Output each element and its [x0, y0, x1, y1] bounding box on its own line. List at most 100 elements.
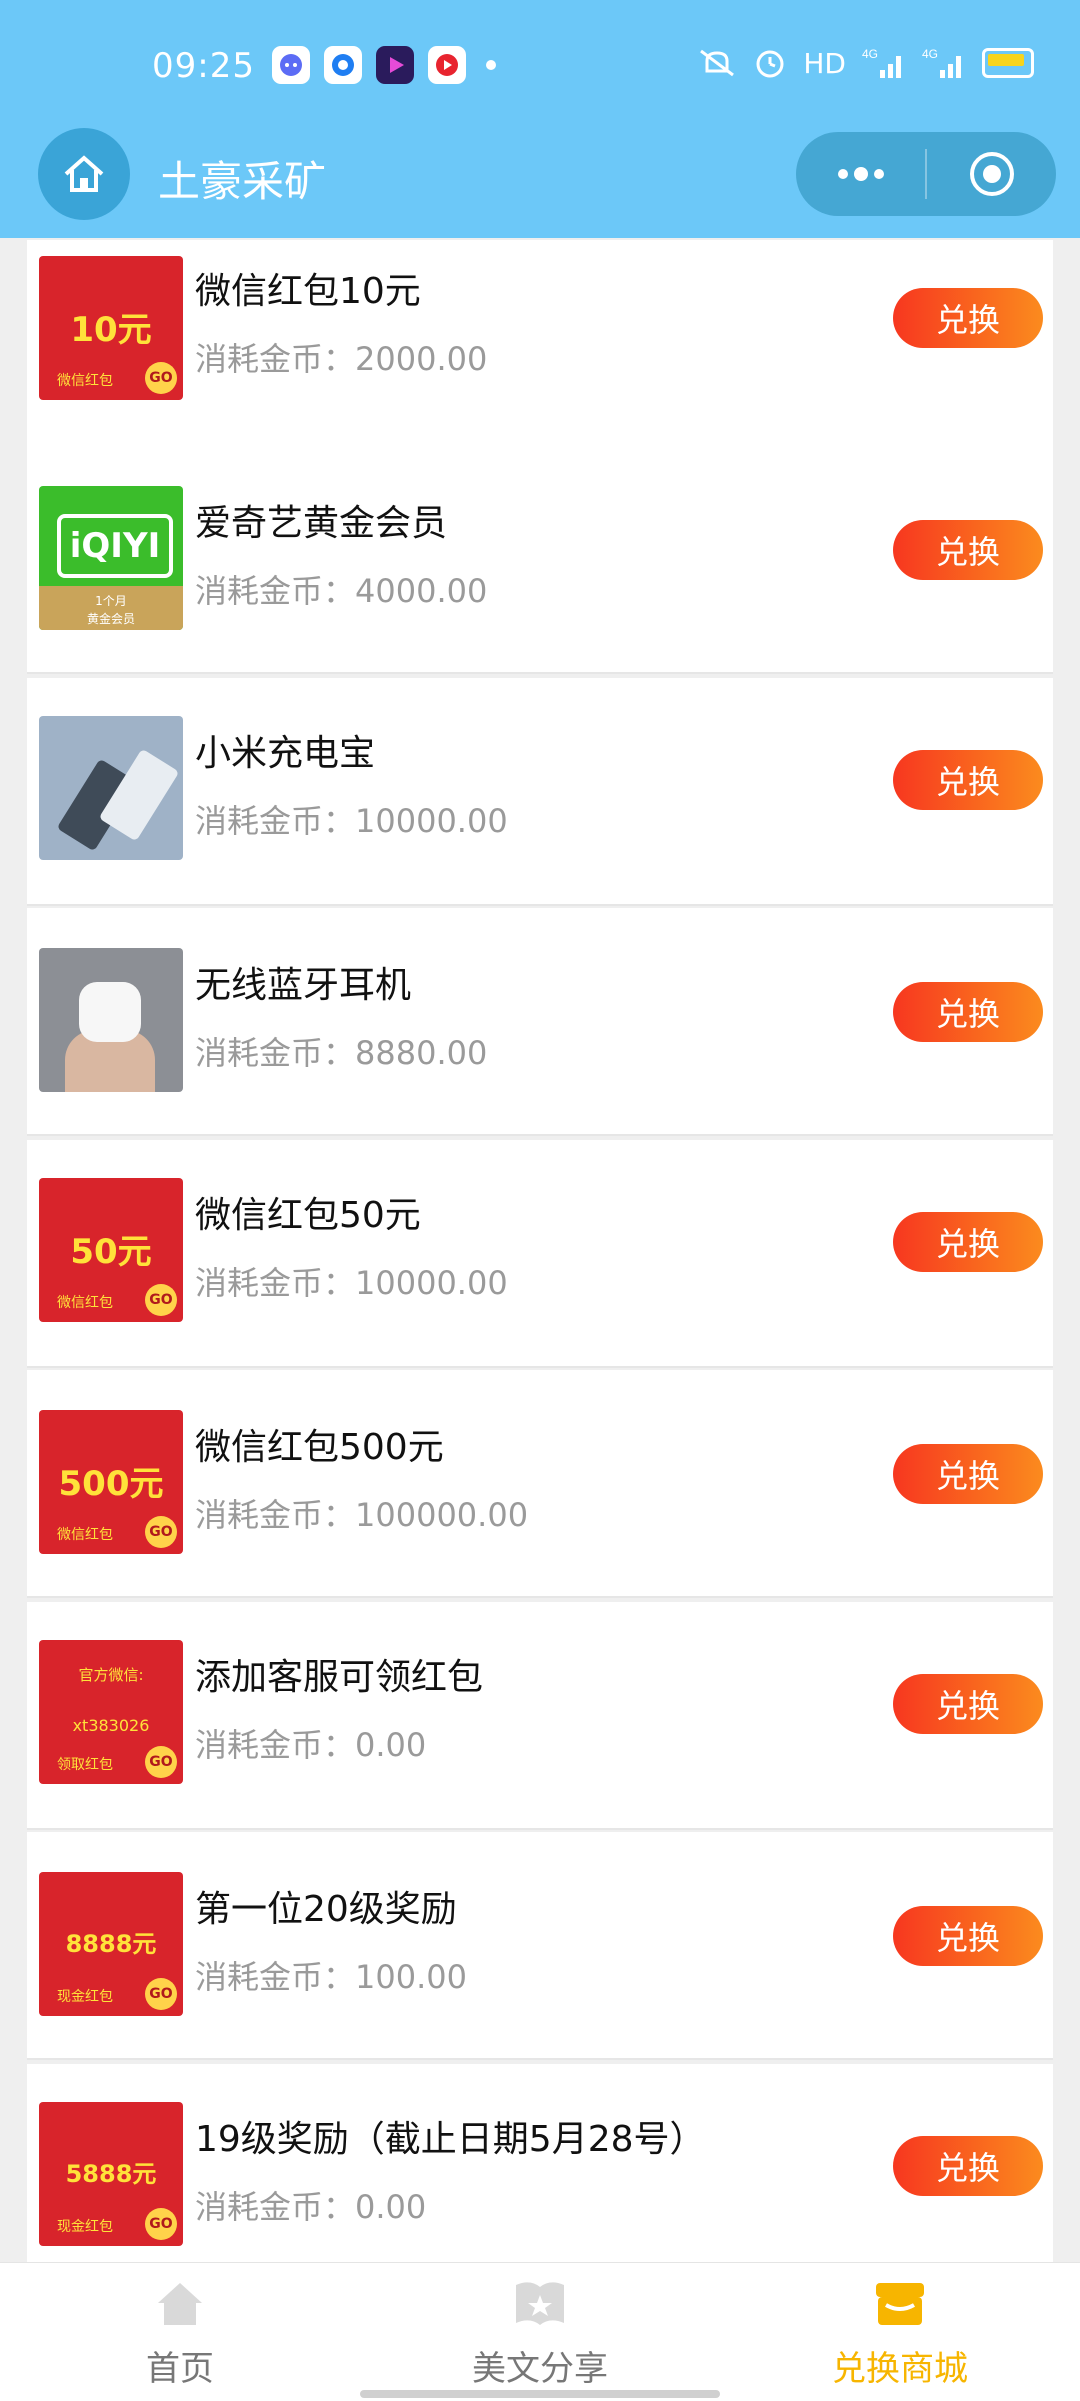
item-title: 无线蓝牙耳机 [195, 965, 412, 1006]
item-cost: 消耗金币：10000.00 [195, 1264, 508, 1302]
power-bank-thumb [39, 716, 183, 860]
alarm-icon [756, 50, 784, 78]
music-app-icon [428, 46, 466, 84]
item-cost: 消耗金币：100000.00 [195, 1496, 529, 1534]
list-item: 50元 微信红包 GO 微信红包50元 消耗金币：10000.00 兑换 [27, 1140, 1053, 1368]
svg-text:4G: 4G [862, 47, 878, 61]
list-item: 5888元 现金红包 GO 19级奖励（截止日期5月28号） 消耗金币：0.00… [27, 2064, 1053, 2266]
page-title: 土豪采矿 [158, 157, 327, 206]
item-cost: 消耗金币：2000.00 [195, 340, 488, 378]
home-button[interactable] [38, 128, 130, 220]
item-cost: 消耗金币：100.00 [195, 1958, 467, 1996]
go-badge: GO [145, 1516, 177, 1548]
tab-home[interactable]: 首页 [0, 2263, 360, 2401]
list-item: 500元 微信红包 GO 微信红包500元 消耗金币：100000.00 兑换 [27, 1370, 1053, 1598]
go-badge: GO [145, 1284, 177, 1316]
list-item: 小米充电宝 消耗金币：10000.00 兑换 [27, 678, 1053, 906]
close-button[interactable] [927, 132, 1056, 216]
thumb-sub: 微信红包 [57, 373, 113, 389]
status-time: 09:25 [152, 46, 255, 86]
list-item: 无线蓝牙耳机 消耗金币：8880.00 兑换 [27, 908, 1053, 1136]
target-close-icon [969, 152, 1014, 196]
earbuds-case [79, 982, 141, 1042]
item-cost: 消耗金币：0.00 [195, 1726, 427, 1764]
thumb-sub: 微信红包 [57, 1527, 113, 1543]
battery-icon [982, 48, 1034, 78]
thumb-wechat-label: 官方微信: [78, 1666, 144, 1684]
red-packet-thumb: 5888元 现金红包 GO [39, 2102, 183, 2246]
item-title: 添加客服可领红包 [195, 1657, 484, 1698]
thumb-amount: 500元 [58, 1464, 164, 1504]
signal-icon: 4G [862, 47, 901, 78]
more-notifications-dot [486, 60, 496, 70]
item-title: 微信红包10元 [195, 271, 421, 312]
red-packet-thumb: 官方微信: xt383026 领取红包 GO [39, 1640, 183, 1784]
item-title: 第一位20级奖励 [195, 1889, 457, 1930]
go-badge: GO [145, 362, 177, 394]
item-title: 爱奇艺黄金会员 [195, 503, 448, 544]
exchange-button[interactable]: 兑换 [893, 1212, 1043, 1272]
item-cost: 消耗金币：4000.00 [195, 572, 488, 610]
home-icon [152, 2275, 208, 2331]
tab-label: 兑换商城 [832, 2349, 968, 2389]
thumb-amount: 50元 [70, 1232, 152, 1272]
go-badge: GO [145, 1978, 177, 2010]
exchange-button[interactable]: 兑换 [893, 2136, 1043, 2196]
red-packet-thumb: 500元 微信红包 GO [39, 1410, 183, 1554]
book-icon [512, 2275, 568, 2331]
tab-label: 首页 [146, 2349, 214, 2389]
thumb-amount: 5888元 [65, 2160, 157, 2188]
status-indicators: HD 4G 4G [697, 46, 1034, 80]
tab-bar: 首页 美文分享 兑换商城 [0, 2262, 1080, 2401]
mini-program-capsule [796, 132, 1056, 216]
more-dots-icon [837, 167, 884, 181]
more-button[interactable] [796, 132, 925, 216]
iqiyi-thumb: iQIYI 1个月 黄金会员 [39, 486, 183, 630]
thumb-amount: 8888元 [65, 1930, 157, 1958]
exchange-button[interactable]: 兑换 [893, 1444, 1043, 1504]
thumb-band: 1个月 黄金会员 [39, 586, 183, 630]
iqiyi-logo: iQIYI [57, 514, 173, 578]
home-icon [64, 155, 104, 192]
svg-text:4G: 4G [922, 47, 938, 61]
exchange-button[interactable]: 兑换 [893, 1674, 1043, 1734]
earbuds-thumb [39, 948, 183, 1092]
list-item: iQIYI 1个月 黄金会员 爱奇艺黄金会员 消耗金币：4000.00 兑换 [27, 446, 1053, 674]
thumb-band-line1: 1个月 [95, 594, 127, 608]
thumb-wechat-id: xt383026 [72, 1716, 150, 1735]
tab-exchange-mall[interactable]: 兑换商城 [720, 2263, 1080, 2401]
signal-icon-2: 4G [922, 47, 961, 78]
item-title: 微信红包500元 [195, 1427, 444, 1468]
exchange-button[interactable]: 兑换 [893, 1906, 1043, 1966]
status-app-icons [272, 46, 496, 84]
home-indicator [360, 2390, 720, 2398]
thumb-sub: 领取红包 [57, 1757, 113, 1773]
tab-label: 美文分享 [472, 2349, 608, 2389]
mute-icon [700, 49, 735, 77]
red-packet-thumb: 10元 微信红包 GO [39, 256, 183, 400]
exchange-button[interactable]: 兑换 [893, 288, 1043, 348]
list-item: 8888元 现金红包 GO 第一位20级奖励 消耗金币：100.00 兑换 [27, 1832, 1053, 2060]
status-bar: 09:25 HD 4G 4G [0, 0, 1080, 134]
browser-app-icon [324, 46, 362, 84]
exchange-button[interactable]: 兑换 [893, 520, 1043, 580]
exchange-button[interactable]: 兑换 [893, 982, 1043, 1042]
exchange-button[interactable]: 兑换 [893, 750, 1043, 810]
list-item: 官方微信: xt383026 领取红包 GO 添加客服可领红包 消耗金币：0.0… [27, 1602, 1053, 1830]
shop-icon [872, 2275, 928, 2331]
thumb-sub: 现金红包 [57, 2219, 113, 2235]
tab-articles[interactable]: 美文分享 [360, 2263, 720, 2401]
thumb-sub: 现金红包 [57, 1989, 113, 2005]
video-app-icon [376, 46, 414, 84]
red-packet-thumb: 8888元 现金红包 GO [39, 1872, 183, 2016]
go-badge: GO [145, 1746, 177, 1778]
item-title: 微信红包50元 [195, 1195, 421, 1236]
red-packet-thumb: 50元 微信红包 GO [39, 1178, 183, 1322]
thumb-amount: 10元 [70, 310, 152, 350]
thumb-band-line2: 黄金会员 [86, 612, 135, 626]
item-cost: 消耗金币：0.00 [195, 2188, 427, 2226]
hd-label: HD [803, 46, 846, 80]
list-item: 10元 微信红包 GO 微信红包10元 消耗金币：2000.00 兑换 [27, 240, 1053, 468]
go-badge: GO [145, 2208, 177, 2240]
item-cost: 消耗金币：8880.00 [195, 1034, 488, 1072]
